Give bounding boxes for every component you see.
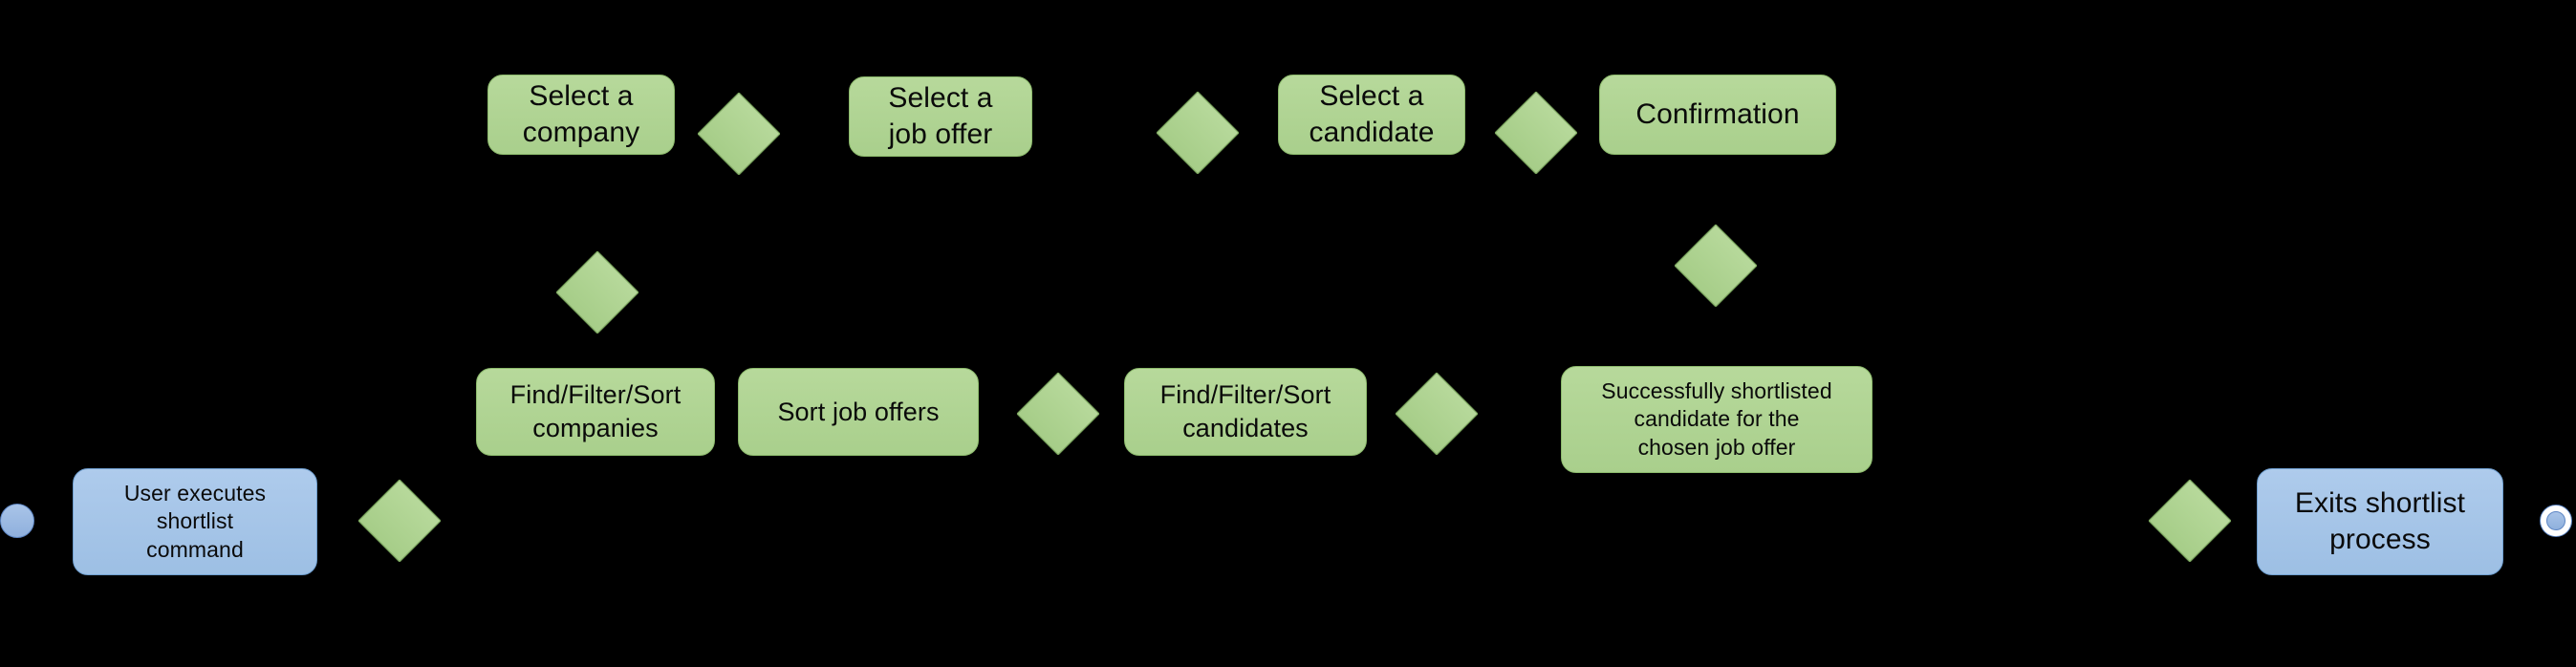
node-user-executes-command[interactable]: User executes shortlist command	[73, 468, 317, 575]
node-select-company[interactable]: Select a company	[487, 75, 675, 155]
decision-after-job-offers[interactable]	[1016, 372, 1100, 456]
decision-confirmation-branch[interactable]	[1674, 224, 1758, 308]
node-select-job-offer[interactable]: Select a job offer	[849, 76, 1032, 157]
node-find-filter-candidates[interactable]: Find/Filter/Sort candidates	[1124, 368, 1367, 456]
decision-company-branch[interactable]	[555, 250, 639, 334]
node-find-filter-companies[interactable]: Find/Filter/Sort companies	[476, 368, 715, 456]
node-sort-job-offers[interactable]: Sort job offers	[738, 368, 979, 456]
node-successfully-shortlisted[interactable]: Successfully shortlisted candidate for t…	[1561, 366, 1872, 473]
decision-before-confirmation[interactable]	[1494, 91, 1578, 175]
node-select-candidate[interactable]: Select a candidate	[1278, 75, 1465, 155]
end-node	[2540, 505, 2572, 537]
node-confirmation[interactable]: Confirmation	[1599, 75, 1836, 155]
decision-after-start[interactable]	[357, 479, 442, 563]
start-node	[0, 504, 34, 538]
node-exits-shortlist-process[interactable]: Exits shortlist process	[2257, 468, 2503, 575]
decision-before-exit[interactable]	[2148, 479, 2232, 563]
decision-before-candidate[interactable]	[1156, 91, 1240, 175]
decision-after-company[interactable]	[697, 92, 781, 176]
activity-diagram-canvas: Select a company Select a job offer Select…	[0, 0, 2576, 667]
decision-after-candidates[interactable]	[1395, 372, 1479, 456]
end-node-inner	[2546, 511, 2565, 530]
